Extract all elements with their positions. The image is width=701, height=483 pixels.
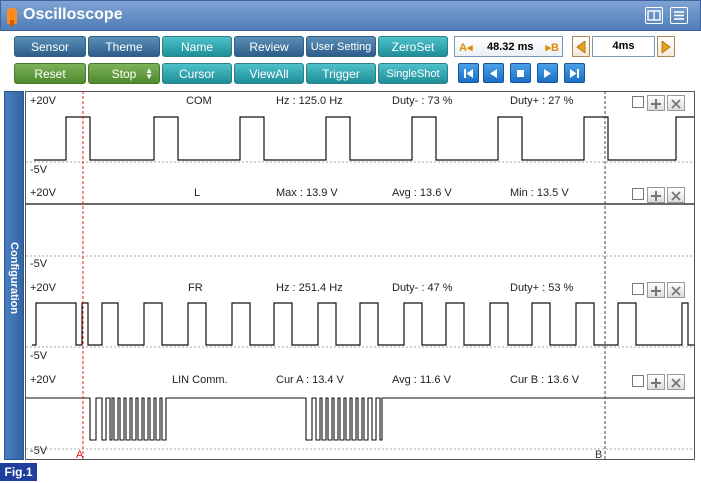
- cursor-b-indicator: ▸B: [545, 42, 559, 54]
- window-title: Oscilloscope: [23, 6, 123, 23]
- stop-icon[interactable]: [510, 63, 531, 83]
- time-division-value: 4ms: [592, 36, 655, 57]
- oscilloscope-window: Oscilloscope Sensor Theme Name Review Us…: [0, 0, 701, 462]
- figure-label: Fig.1: [0, 463, 37, 481]
- skip-first-icon[interactable]: [458, 63, 479, 83]
- stop-button[interactable]: Stop ▲ ▼: [88, 63, 160, 84]
- cursor-delta-value: 48.32 ms: [487, 41, 534, 53]
- cursor-button[interactable]: Cursor: [162, 63, 232, 84]
- app-probe-icon: [7, 8, 17, 26]
- sensor-button[interactable]: Sensor: [14, 36, 86, 57]
- cursor-a-marker[interactable]: A: [76, 449, 83, 461]
- user-setting-button[interactable]: User Setting: [306, 36, 376, 57]
- reset-button[interactable]: Reset: [14, 63, 86, 84]
- spinner-icon: ▲ ▼: [145, 66, 153, 81]
- cursor-a-indicator: A◂: [459, 42, 473, 54]
- time-decrease-button[interactable]: [572, 36, 590, 57]
- name-button[interactable]: Name: [162, 36, 232, 57]
- cursor-delta-display: A◂ 48.32 ms ▸B: [454, 36, 563, 57]
- review-button[interactable]: Review: [234, 36, 304, 57]
- time-division-control: 4ms: [572, 36, 675, 57]
- trigger-button[interactable]: Trigger: [306, 63, 376, 84]
- cursor-lines: [82, 91, 606, 460]
- cursor-b-marker[interactable]: B: [595, 449, 602, 461]
- configuration-tab[interactable]: Configuration: [4, 91, 24, 460]
- skip-last-icon[interactable]: [564, 63, 585, 83]
- menu-list-icon[interactable]: [670, 7, 688, 24]
- title-bar: Oscilloscope: [0, 0, 701, 31]
- viewall-button[interactable]: ViewAll: [234, 63, 304, 84]
- time-increase-button[interactable]: [657, 36, 675, 57]
- step-forward-icon[interactable]: [537, 63, 558, 83]
- stop-button-label: Stop: [111, 67, 137, 81]
- theme-button[interactable]: Theme: [88, 36, 160, 57]
- dual-window-icon[interactable]: [645, 7, 663, 24]
- step-back-icon[interactable]: [483, 63, 504, 83]
- configuration-tab-label: Configuration: [8, 242, 20, 315]
- zeroset-button[interactable]: ZeroSet: [378, 36, 448, 57]
- singleshot-button[interactable]: SingleShot: [378, 63, 448, 84]
